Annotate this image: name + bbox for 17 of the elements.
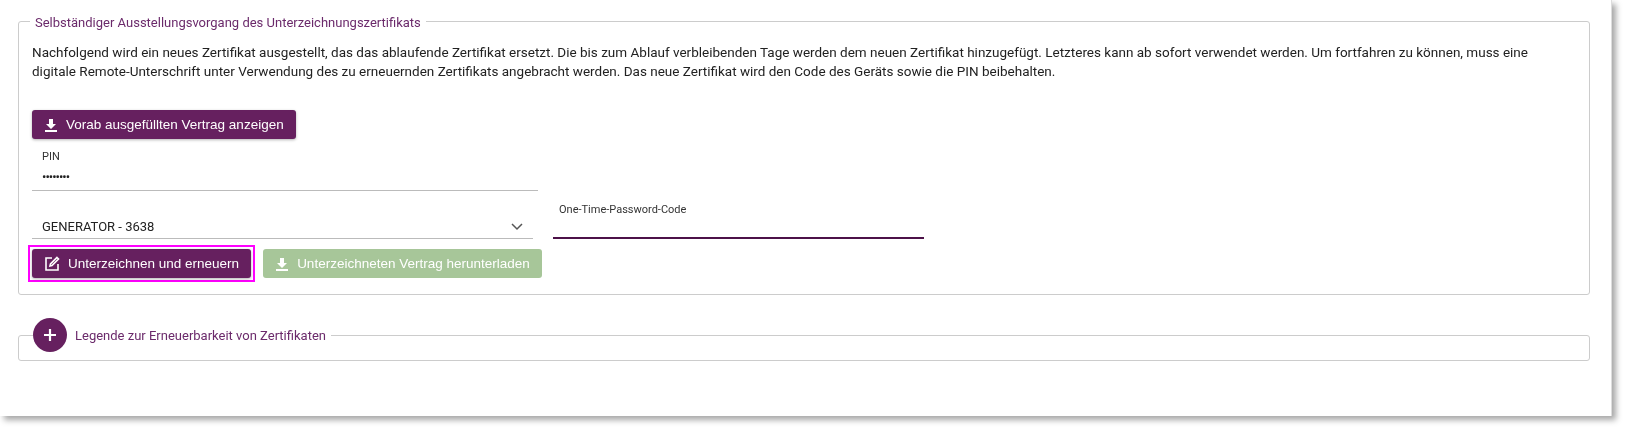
preview-button[interactable]: Vorab ausgefüllten Vertrag anzeigen [32, 110, 296, 139]
description-text: Nachfolgend wird ein neues Zertifikat ausgestellt, das das ablaufende Zertifikat ersetzt. Die bis zum Ablauf verbleibenden Tage werden dem neuen Zertifikat hinzugefügt. Letzteres kann ab sofort verwendet werden. Um fortfahren zu können, muss eine digitale Remote-Unterschrift unter Verwendung des zu erneuernden Zertifikats angebracht werden. Das neue Zertifikat wird den Code des Geräts sowie die PIN beibehalten. [32, 43, 1529, 81]
download-icon [275, 256, 290, 271]
sign-button[interactable]: Unterzeichnen und erneuern [32, 249, 252, 278]
chevron-down-icon [511, 222, 523, 231]
field-label: PIN [42, 150, 61, 163]
device-dropdown[interactable]: GENERATOR - 3638 [32, 219, 533, 239]
field-value: •••••••• [42, 169, 71, 184]
plus-icon [43, 328, 57, 342]
pin-field[interactable]: PIN •••••••• [32, 150, 538, 191]
section-title: Legende zur Erneuerbarkeit von Zertifikaten [75, 327, 326, 343]
otp-field[interactable]: One-Time-Password-Code [553, 203, 924, 239]
field-label: One-Time-Password-Code [559, 203, 688, 216]
edit-icon [44, 255, 60, 272]
section-title: Selbständiger Ausstellungsvorgang des Unterzeichnungszertifikats [35, 15, 421, 30]
download-icon [44, 117, 58, 132]
expand-button[interactable] [33, 318, 67, 352]
